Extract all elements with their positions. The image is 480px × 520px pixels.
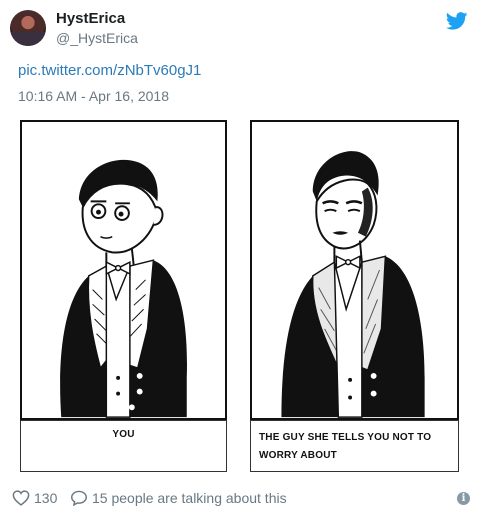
tweet-actions: 130 15 people are talking about this i — [12, 489, 472, 509]
heart-icon[interactable] — [12, 490, 30, 506]
author-handle[interactable]: @_HystErica — [56, 30, 138, 46]
comment-icon[interactable] — [70, 490, 88, 506]
tweet-header: HystErica @_HystErica — [10, 8, 470, 48]
media-link[interactable]: pic.twitter.com/zNbTv60gJ1 — [18, 62, 201, 79]
comic-illustration-other-guy — [281, 151, 425, 418]
comic-illustration-you — [60, 159, 187, 418]
talking-about-link[interactable]: 15 people are talking about this — [92, 490, 287, 506]
twitter-bird-icon[interactable] — [446, 12, 468, 30]
info-icon[interactable]: i — [457, 492, 470, 505]
comic-panel-you[interactable] — [20, 120, 227, 420]
comic-panel-other-guy[interactable] — [250, 120, 459, 420]
tweet-timestamp[interactable]: 10:16 AM - Apr 16, 2018 — [18, 88, 169, 104]
likes-count[interactable]: 130 — [34, 490, 57, 506]
caption-you: YOU — [20, 420, 227, 472]
author-name[interactable]: HystErica — [56, 10, 125, 27]
avatar[interactable] — [10, 10, 46, 46]
caption-other-guy: THE GUY SHE TELLS YOU NOT TO WORRY ABOUT — [250, 420, 459, 472]
